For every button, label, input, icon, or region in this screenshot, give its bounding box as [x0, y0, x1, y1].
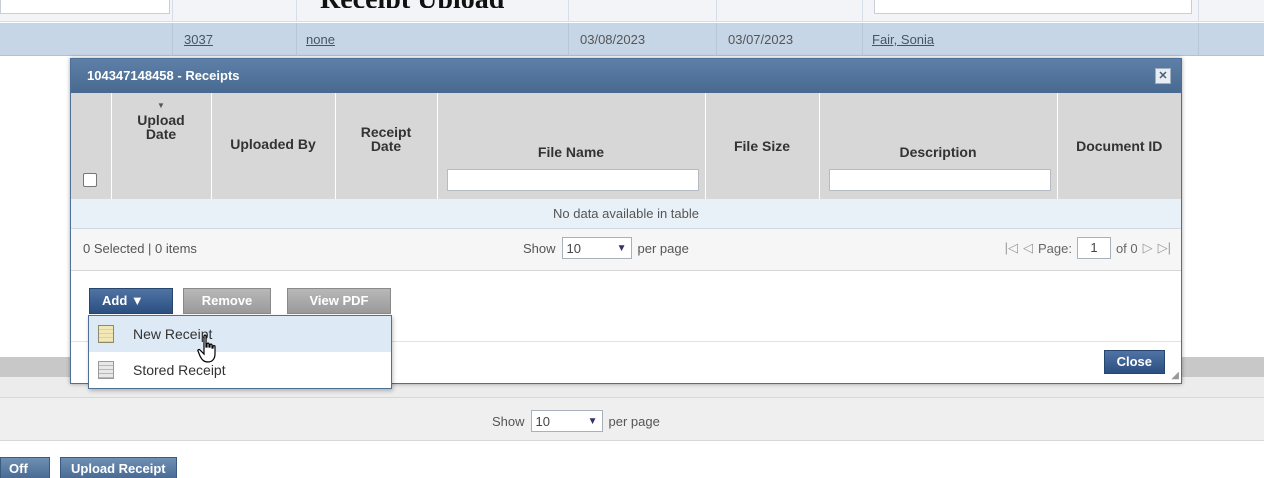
column-label: File Size: [733, 138, 791, 154]
selection-summary: 0 Selected | 0 items: [83, 241, 197, 256]
file-name-filter-input[interactable]: [446, 169, 699, 191]
row-date-1: 03/08/2023: [580, 32, 646, 47]
column-upload-date[interactable]: ▼ Upload Date: [111, 93, 212, 199]
stored-receipt-icon: [98, 361, 114, 379]
background-pager: Show 10 ▼ per page: [0, 397, 1264, 441]
page-number-input[interactable]: 1: [1076, 237, 1111, 259]
page-label: Page:: [1037, 240, 1072, 256]
menu-item-new-receipt[interactable]: New Receipt: [89, 316, 391, 352]
header-filter-box[interactable]: [874, 0, 1192, 14]
previous-page-icon[interactable]: ◁: [1023, 240, 1033, 256]
column-divider: [716, 0, 717, 22]
column-divider: [296, 23, 297, 56]
column-divider: [296, 0, 297, 22]
column-label: Upload Date: [137, 112, 185, 142]
remove-button[interactable]: Remove: [183, 288, 271, 314]
last-page-icon[interactable]: ▷|: [1158, 240, 1171, 256]
per-page-select[interactable]: 10 ▼: [530, 410, 603, 432]
column-file-name[interactable]: File Name: [437, 93, 706, 199]
per-page-label: per page: [608, 413, 660, 429]
column-divider: [716, 23, 717, 56]
column-divider: [1198, 23, 1199, 56]
column-divider: [568, 23, 569, 56]
background-header-row: [0, 0, 1264, 22]
column-document-id[interactable]: Document ID: [1057, 93, 1181, 199]
add-button[interactable]: Add ▼: [89, 288, 173, 314]
menu-item-stored-receipt[interactable]: Stored Receipt: [89, 352, 391, 388]
show-label: Show: [492, 413, 525, 429]
column-divider: [172, 23, 173, 56]
next-page-icon[interactable]: ▷: [1143, 240, 1153, 256]
header-cell: [0, 0, 170, 14]
column-divider: [172, 0, 173, 22]
upload-receipt-button[interactable]: Upload Receipt: [60, 457, 177, 478]
page-count: of 0: [1115, 240, 1138, 256]
column-description[interactable]: Description: [819, 93, 1058, 199]
off-button[interactable]: Off: [0, 457, 50, 478]
per-page-label: per page: [637, 240, 689, 256]
sort-desc-icon: ▼: [157, 101, 165, 110]
row-id-link[interactable]: 3037: [184, 32, 213, 47]
menu-item-label: New Receipt: [133, 326, 213, 342]
column-uploaded-by[interactable]: Uploaded By: [211, 93, 336, 199]
menu-item-label: Stored Receipt: [133, 362, 226, 378]
background-action-bar: Off Upload Receipt: [0, 441, 1264, 478]
select-all-checkbox[interactable]: [83, 173, 97, 187]
close-button[interactable]: Close: [1103, 350, 1165, 374]
view-pdf-button[interactable]: View PDF: [287, 288, 391, 314]
column-label: Document ID: [1076, 138, 1163, 154]
column-file-size[interactable]: File Size: [705, 93, 820, 199]
show-label: Show: [523, 240, 556, 256]
per-page-select[interactable]: 10 ▼: [561, 237, 632, 259]
column-divider: [862, 0, 863, 22]
dialog-title: 104347148458 - Receipts: [87, 68, 240, 83]
table-pager: 0 Selected | 0 items Show 10 ▼ per page …: [71, 229, 1181, 271]
column-receipt-date[interactable]: Receipt Date: [335, 93, 438, 199]
resize-grip-icon[interactable]: ◢: [1171, 370, 1179, 381]
column-label: Uploaded By: [230, 136, 316, 152]
row-person-link[interactable]: Fair, Sonia: [872, 32, 934, 47]
close-icon[interactable]: ✕: [1155, 68, 1171, 84]
first-page-icon[interactable]: |◁: [1005, 240, 1018, 256]
per-page-value: 10: [535, 413, 550, 429]
receipts-table: ▼ Upload Date Uploaded By Receipt Date F…: [71, 93, 1181, 199]
page-size-control: Show 10 ▼ per page: [523, 237, 689, 259]
empty-table-message: No data available in table: [71, 199, 1181, 229]
background-table-row[interactable]: 3037 none 03/08/2023 03/07/2023 Fair, So…: [0, 23, 1264, 56]
description-filter-input[interactable]: [828, 169, 1051, 191]
dialog-title-bar[interactable]: 104347148458 - Receipts ✕: [71, 59, 1181, 93]
pagination-controls: |◁ ◁ Page: 1 of 0 ▷ ▷|: [1005, 237, 1171, 259]
page-heading-partial: Receipt Upload: [320, 0, 610, 8]
chevron-down-icon: ▼: [616, 242, 627, 254]
background-page-size: Show 10 ▼ per page: [492, 410, 660, 432]
receipt-icon: [98, 325, 114, 343]
add-dropdown-menu: New Receipt Stored Receipt: [88, 315, 392, 389]
row-date-2: 03/07/2023: [728, 32, 794, 47]
select-all-column: [71, 93, 112, 199]
row-type-link[interactable]: none: [306, 32, 335, 47]
column-divider: [1198, 0, 1199, 22]
column-label: Receipt Date: [360, 124, 412, 154]
column-label: File Name: [537, 144, 605, 160]
chevron-down-icon: ▼: [587, 415, 598, 427]
column-divider: [862, 23, 863, 56]
column-label: Description: [899, 144, 977, 160]
per-page-value: 10: [566, 240, 581, 256]
